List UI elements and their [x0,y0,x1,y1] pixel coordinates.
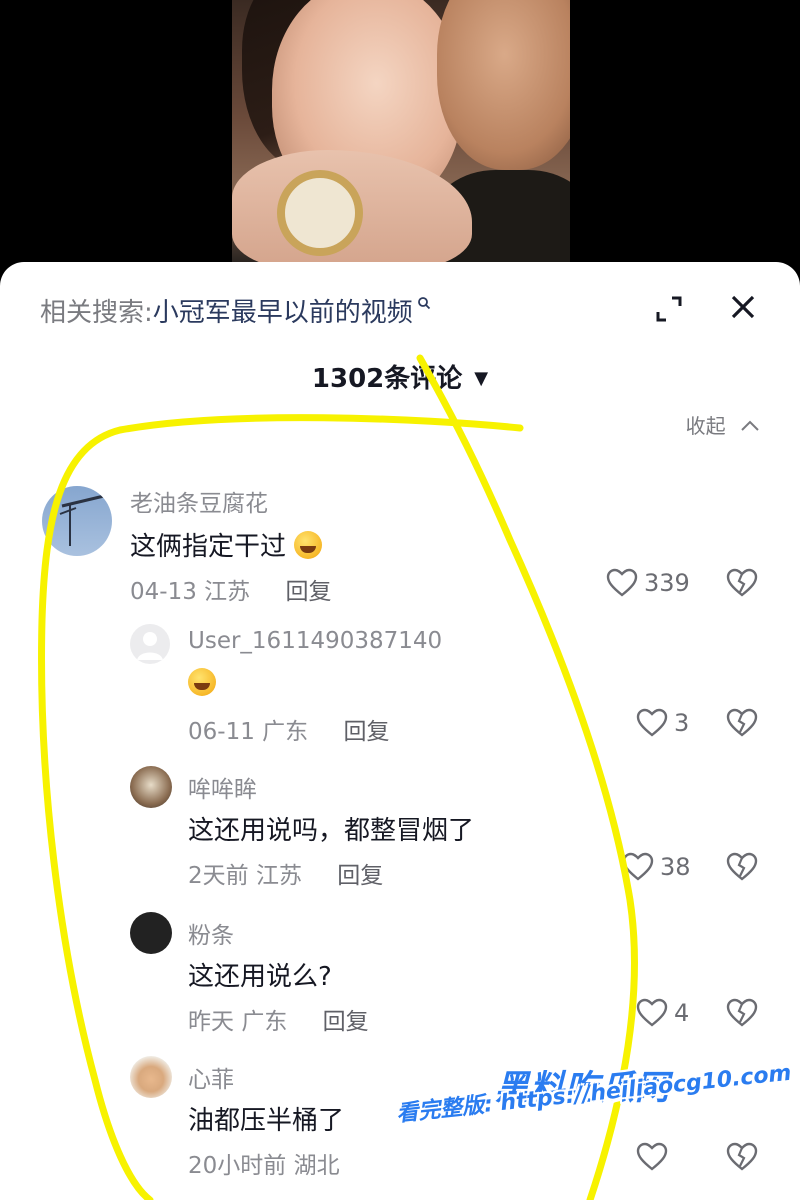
avatar[interactable] [130,1056,172,1098]
heart-icon [636,998,668,1027]
expand-icon[interactable] [652,292,686,326]
heart-icon [636,1142,668,1171]
comment-count-selector[interactable]: 1302条评论 ▼ [0,358,800,395]
reply-button[interactable]: 回复 [323,1009,369,1035]
comment-username[interactable]: 心菲 [188,1060,234,1094]
comment-meta: 04-13 江苏 回复 [130,572,331,606]
related-search-query[interactable]: 小冠军最早以前的视频 [153,292,413,329]
comment-meta: 06-11 广东 回复 [188,712,389,746]
close-icon[interactable] [726,290,760,324]
heart-icon [636,708,668,737]
comment-meta: 20小时前 湖北 [188,1146,340,1180]
dislike-button[interactable] [726,852,758,882]
comment-date: 2天前 [188,863,249,889]
chevron-up-icon [740,414,760,438]
comment-text: 这还用说吗，都整冒烟了 [188,816,475,846]
avatar[interactable] [130,912,172,954]
like-count: 4 [674,999,690,1027]
comment-date: 20小时前 [188,1153,287,1179]
like-button[interactable] [636,1142,668,1172]
dislike-button[interactable] [726,1142,758,1172]
comment-region: 江苏 [255,863,302,889]
video-figure-watch [277,170,363,256]
avatar[interactable] [130,624,170,664]
like-count: 38 [660,853,691,881]
video-player[interactable] [0,0,800,300]
collapse-label: 收起 [685,414,726,438]
comments-panel: 相关搜索: 小冠军最早以前的视频 1302条评论 ▼ 收起 老油条豆腐花 这俩指… [0,262,800,1200]
comment-region: 广东 [262,719,309,745]
broken-heart-icon [726,708,758,737]
dislike-button[interactable] [726,568,758,598]
comment-text-body: 这俩指定干过 [130,532,287,562]
search-icon [417,295,431,314]
video-frame [232,0,570,262]
like-button[interactable]: 3 [636,708,689,738]
broken-heart-icon [726,852,758,881]
reply-button[interactable]: 回复 [337,863,383,889]
heart-icon [622,852,654,881]
related-search-label: 相关搜索: [40,297,153,328]
like-count: 3 [674,709,690,737]
comment-date: 06-11 [188,719,255,745]
comment-meta: 昨天 广东 回复 [188,1002,369,1036]
like-count: 339 [644,569,690,597]
collapse-button[interactable]: 收起 [686,410,760,439]
related-search[interactable]: 相关搜索: 小冠军最早以前的视频 [40,292,431,328]
comment-text [188,668,216,699]
like-button[interactable]: 38 [622,852,691,882]
comment-username[interactable]: 老油条豆腐花 [130,484,268,518]
caret-down-icon: ▼ [474,368,489,389]
comment-username[interactable]: 哞哞眸 [188,770,257,804]
comment-text: 这俩指定干过 [130,526,323,563]
comment-username[interactable]: User_1611490387140 [188,628,442,654]
broken-heart-icon [726,1142,758,1171]
comment-region: 湖北 [293,1153,340,1179]
comment-meta: 2天前 江苏 回复 [188,856,383,890]
comment-username[interactable]: 粉条 [188,916,234,950]
dislike-button[interactable] [726,708,758,738]
crying-laughing-emoji-icon [188,668,216,696]
comment-text: 油都压半桶了 [188,1106,345,1136]
comment-text: 这还用说么? [188,962,332,992]
reply-button[interactable]: 回复 [285,579,331,605]
avatar[interactable] [130,766,172,808]
like-button[interactable]: 339 [606,568,690,598]
laughing-emoji-icon [294,531,323,559]
comment-region: 江苏 [204,579,251,605]
comment-date: 04-13 [130,579,197,605]
comment-count: 1302条评论 [311,364,463,394]
broken-heart-icon [726,568,758,597]
reply-button[interactable]: 回复 [343,719,389,745]
broken-heart-icon [726,998,758,1027]
heart-icon [606,568,638,597]
avatar[interactable] [42,486,112,556]
video-figure-right [437,0,570,170]
comment-date: 昨天 [188,1009,234,1035]
like-button[interactable]: 4 [636,998,689,1028]
dislike-button[interactable] [726,998,758,1028]
comment-region: 广东 [241,1009,288,1035]
